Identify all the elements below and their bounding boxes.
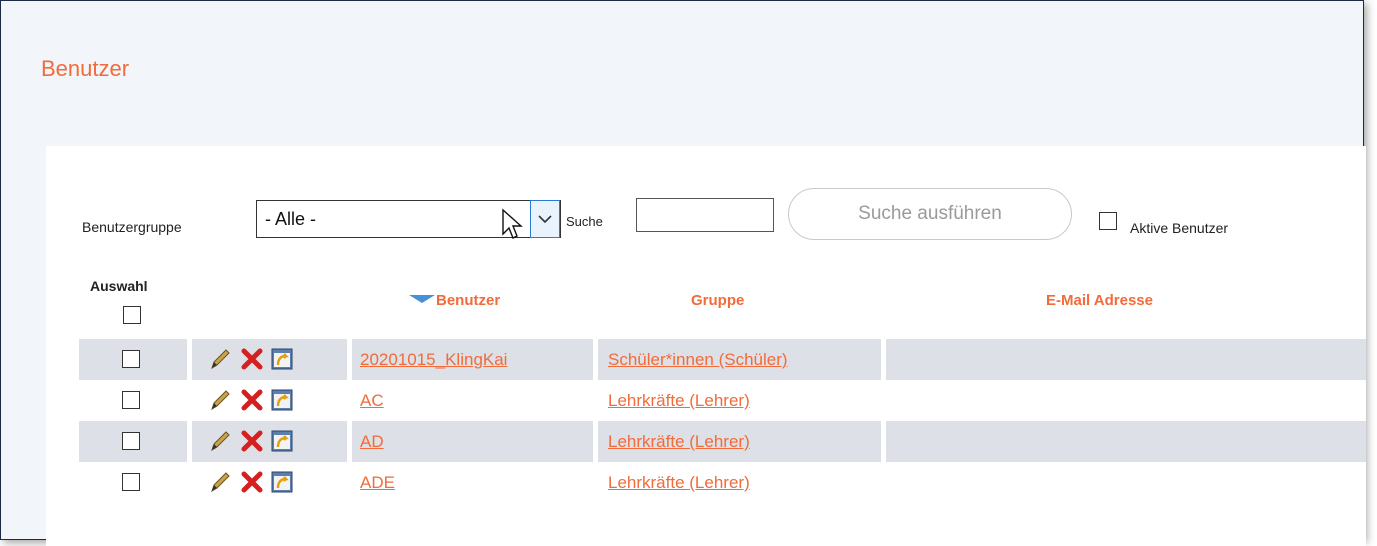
select-column-header: Auswahl <box>90 278 148 294</box>
row-checkbox[interactable] <box>122 350 140 368</box>
table-row: 20201015_KlingKai Schüler*innen (Schüler… <box>79 339 1366 380</box>
row-email-cell <box>886 339 1366 380</box>
table-row: AC Lehrkräfte (Lehrer) <box>79 380 1366 421</box>
row-group-cell: Schüler*innen (Schüler) <box>598 339 881 380</box>
row-actions-cell <box>192 339 347 380</box>
row-user-cell: AC <box>352 380 593 421</box>
pencil-icon[interactable] <box>208 388 232 412</box>
table-row: ADE Lehrkräfte (Lehrer) <box>79 462 1366 503</box>
column-header-group[interactable]: Gruppe <box>691 292 744 309</box>
row-actions-cell <box>192 462 347 503</box>
row-checkbox[interactable] <box>122 432 140 450</box>
row-email-cell <box>886 421 1366 462</box>
column-header-user-label: Benutzer <box>436 292 501 309</box>
switch-user-icon[interactable] <box>270 388 294 412</box>
row-email-cell <box>886 380 1366 421</box>
group-filter-label: Benutzergruppe <box>82 219 182 235</box>
row-actions-cell <box>192 421 347 462</box>
row-select-cell <box>79 380 187 421</box>
row-checkbox[interactable] <box>122 391 140 409</box>
pencil-icon[interactable] <box>208 470 232 494</box>
window-frame: Benutzer Benutzergruppe - Alle - Suche S… <box>0 0 1366 546</box>
group-select-value: - Alle - <box>265 209 317 229</box>
search-input[interactable] <box>636 198 774 232</box>
red-x-icon[interactable] <box>240 347 264 371</box>
table-row: AD Lehrkräfte (Lehrer) <box>79 421 1366 462</box>
active-users-label: Aktive Benutzer <box>1130 220 1229 236</box>
pencil-icon[interactable] <box>208 429 232 453</box>
row-email-cell <box>886 462 1366 503</box>
row-select-cell <box>79 421 187 462</box>
user-table: 20201015_KlingKai Schüler*innen (Schüler… <box>79 339 1366 503</box>
group-link[interactable]: Schüler*innen (Schüler) <box>608 350 788 370</box>
search-label: Suche <box>566 214 603 229</box>
user-link[interactable]: ADE <box>360 473 395 493</box>
filter-bar: Benutzergruppe - Alle - Suche Suche ausf… <box>46 146 1366 266</box>
red-x-icon[interactable] <box>240 388 264 412</box>
red-x-icon[interactable] <box>240 429 264 453</box>
row-user-cell: AD <box>352 421 593 462</box>
pencil-icon[interactable] <box>208 347 232 371</box>
switch-user-icon[interactable] <box>270 347 294 371</box>
row-select-cell <box>79 339 187 380</box>
chevron-down-icon <box>538 215 552 224</box>
row-user-cell: 20201015_KlingKai <box>352 339 593 380</box>
active-users-checkbox[interactable] <box>1099 212 1117 230</box>
group-link[interactable]: Lehrkräfte (Lehrer) <box>608 391 750 411</box>
row-group-cell: Lehrkräfte (Lehrer) <box>598 462 881 503</box>
user-link[interactable]: AC <box>360 391 384 411</box>
row-group-cell: Lehrkräfte (Lehrer) <box>598 421 881 462</box>
row-user-cell: ADE <box>352 462 593 503</box>
column-header-email[interactable]: E-Mail Adresse <box>1046 292 1153 309</box>
switch-user-icon[interactable] <box>270 470 294 494</box>
page-title: Benutzer <box>41 56 130 81</box>
select-all-checkbox[interactable] <box>123 306 141 324</box>
row-select-cell <box>79 462 187 503</box>
user-link[interactable]: AD <box>360 432 384 452</box>
switch-user-icon[interactable] <box>270 429 294 453</box>
mouse-cursor-icon <box>502 208 523 239</box>
row-checkbox[interactable] <box>122 473 140 491</box>
red-x-icon[interactable] <box>240 470 264 494</box>
column-header-user[interactable]: Benutzer <box>408 292 500 309</box>
sort-desc-icon <box>409 295 435 303</box>
user-list-panel: Benutzergruppe - Alle - Suche Suche ausf… <box>46 146 1366 546</box>
row-group-cell: Lehrkräfte (Lehrer) <box>598 380 881 421</box>
group-select-dropdown-button[interactable] <box>530 200 560 238</box>
group-link[interactable]: Lehrkräfte (Lehrer) <box>608 473 750 493</box>
user-link[interactable]: 20201015_KlingKai <box>360 350 507 370</box>
search-button[interactable]: Suche ausführen <box>788 188 1072 240</box>
group-link[interactable]: Lehrkräfte (Lehrer) <box>608 432 750 452</box>
row-actions-cell <box>192 380 347 421</box>
